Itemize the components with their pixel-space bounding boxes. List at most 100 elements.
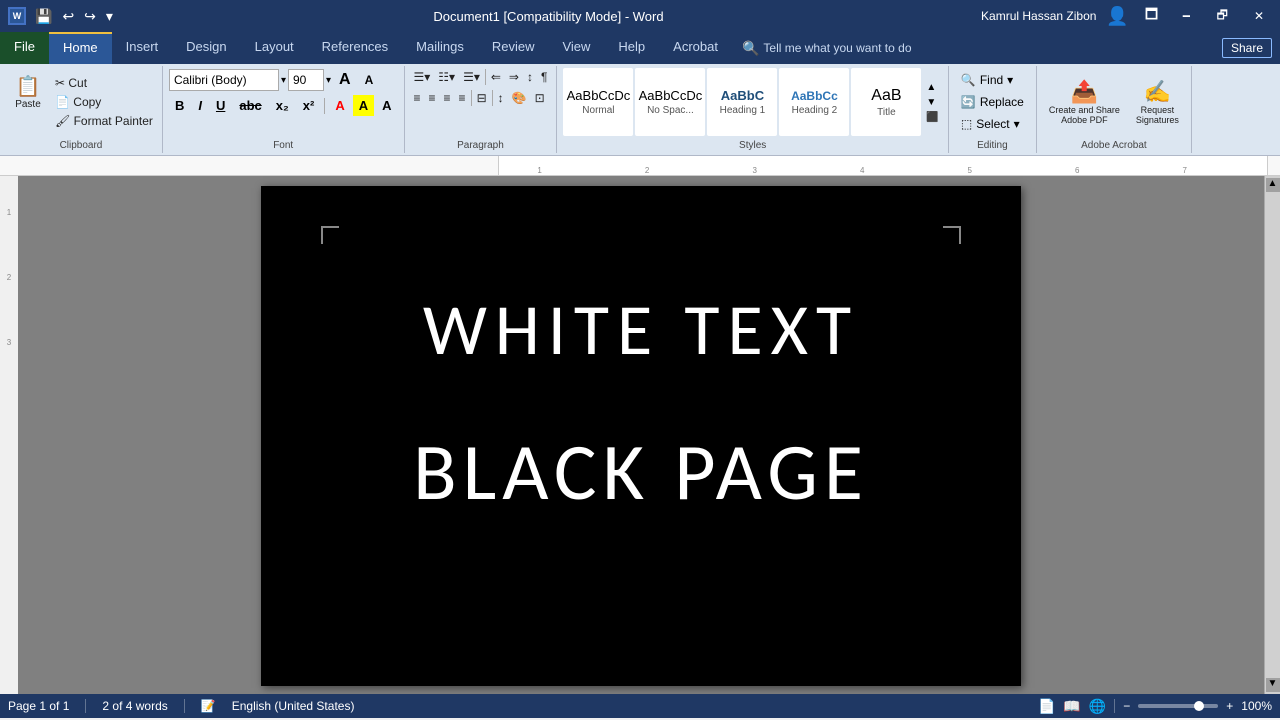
styles-scroll-buttons: ▲ ▼ ⬛ — [923, 81, 941, 124]
zoom-slider[interactable] — [1138, 704, 1218, 708]
borders-button[interactable]: ⊡ — [532, 89, 548, 107]
bold-button[interactable]: B — [169, 95, 190, 116]
tab-layout[interactable]: Layout — [241, 32, 308, 64]
strikethrough-button[interactable]: abc — [233, 95, 267, 116]
vertical-scrollbar[interactable]: ▲ ▼ — [1264, 176, 1280, 694]
scroll-down-button[interactable]: ▼ — [1266, 678, 1280, 692]
font-size-dropdown[interactable]: ▾ — [326, 75, 331, 86]
show-marks-button[interactable]: ¶ — [538, 68, 550, 86]
request-signatures-button[interactable]: ✍ RequestSignatures — [1130, 75, 1185, 129]
style-heading1[interactable]: AaBbC Heading 1 — [707, 68, 777, 136]
tab-mailings[interactable]: Mailings — [402, 32, 478, 64]
align-left-button[interactable]: ≡ — [411, 89, 424, 107]
tab-view[interactable]: View — [548, 32, 604, 64]
tab-acrobat[interactable]: Acrobat — [659, 32, 732, 64]
find-dropdown[interactable]: ▾ — [1007, 73, 1013, 87]
scroll-up-button[interactable]: ▲ — [1266, 178, 1280, 192]
format-painter-button[interactable]: 🖌 Format Painter — [52, 112, 156, 130]
style-no-spacing[interactable]: AaBbCcDc No Spac... — [635, 68, 705, 136]
font-name-dropdown[interactable]: ▾ — [281, 75, 286, 86]
styles-expand[interactable]: ⬛ — [923, 111, 941, 124]
columns-button[interactable]: ⊟ — [474, 89, 490, 107]
font-color-button[interactable]: A — [329, 95, 350, 116]
tab-file[interactable]: File — [0, 32, 49, 64]
styles-scroll-down[interactable]: ▼ — [923, 96, 941, 109]
numbering-button[interactable]: ☷▾ — [435, 68, 458, 86]
share-button[interactable]: Share — [1222, 38, 1272, 58]
zoom-out-button[interactable]: − — [1123, 699, 1130, 713]
proofing-icon[interactable]: 📝 — [201, 699, 216, 713]
language[interactable]: English (United States) — [232, 699, 355, 713]
group-font: ▾ ▾ A A B I U abc x₂ x² A A A — [163, 66, 405, 153]
view-web-button[interactable]: 🌐 — [1089, 698, 1106, 715]
group-paragraph: ☰▾ ☷▾ ☰▾ ⇐ ⇒ ↕ ¶ ≡ ≡ ≡ ≡ ⊟ ↕ — [405, 66, 558, 153]
document-scroll-area[interactable]: WHITE TEXT BLACK PAGE — [18, 176, 1264, 694]
main-area: 1 2 3 WHITE TEXT BLACK PAGE ▲ ▼ — [0, 176, 1280, 694]
underline-button[interactable]: U — [210, 95, 231, 116]
ruler-body: 1 2 3 4 5 6 7 — [498, 156, 1268, 175]
statusbar-right: 📄 📖 🌐 − + 100% — [1038, 698, 1272, 715]
tab-review[interactable]: Review — [478, 32, 549, 64]
copy-button[interactable]: 📄 Copy — [52, 93, 156, 111]
document-text-line1[interactable]: WHITE TEXT — [423, 286, 859, 374]
create-share-pdf-button[interactable]: 📤 Create and ShareAdobe PDF — [1043, 75, 1126, 129]
char-shading-button[interactable]: A — [376, 95, 397, 116]
user-avatar[interactable]: 👤 — [1106, 6, 1128, 27]
superscript-button[interactable]: x² — [297, 95, 321, 116]
layout-button[interactable]: 🗖 — [1139, 2, 1164, 30]
search-box[interactable]: Tell me what you want to do — [763, 41, 911, 55]
increase-indent-button[interactable]: ⇒ — [506, 68, 522, 86]
corner-mark-top-left — [321, 226, 339, 244]
close-button[interactable]: ✕ — [1246, 7, 1272, 25]
qat-dropdown[interactable]: ▾ — [103, 6, 116, 27]
view-reading-button[interactable]: 📖 — [1063, 698, 1080, 715]
zoom-thumb — [1194, 701, 1204, 711]
tab-home[interactable]: Home — [49, 32, 112, 64]
styles-scroll-up[interactable]: ▲ — [923, 81, 941, 94]
ribbon: File Home Insert Design Layout Reference… — [0, 32, 1280, 156]
font-shrink-button[interactable]: A — [359, 70, 380, 90]
highlight-button[interactable]: A — [353, 95, 374, 116]
align-right-button[interactable]: ≡ — [441, 89, 454, 107]
line-spacing-button[interactable]: ↕ — [495, 89, 507, 107]
tab-insert[interactable]: Insert — [112, 32, 173, 64]
style-normal[interactable]: AaBbCcDc Normal — [563, 68, 633, 136]
select-button[interactable]: ⬚ Select ▾ — [955, 115, 1030, 133]
adobe-sign-icon: ✍ — [1144, 79, 1171, 105]
replace-button[interactable]: 🔄 Replace — [955, 93, 1030, 111]
undo-button[interactable]: ↩ — [59, 6, 77, 27]
restore-button[interactable]: 🗗 — [1209, 4, 1236, 29]
style-heading2[interactable]: AaBbCc Heading 2 — [779, 68, 849, 136]
justify-button[interactable]: ≡ — [456, 89, 469, 107]
tab-design[interactable]: Design — [172, 32, 240, 64]
zoom-level: 100% — [1241, 699, 1272, 713]
minimize-button[interactable]: 🗕 — [1174, 4, 1199, 29]
document-page[interactable]: WHITE TEXT BLACK PAGE — [261, 186, 1021, 686]
word-icon: W — [8, 7, 26, 25]
paste-button[interactable]: 📋 Paste — [6, 74, 50, 130]
shading-button[interactable]: 🎨 — [509, 89, 530, 107]
font-name-input[interactable] — [169, 69, 279, 91]
multilevel-button[interactable]: ☰▾ — [460, 68, 483, 86]
view-normal-button[interactable]: 📄 — [1038, 698, 1055, 715]
clipboard-label: Clipboard — [60, 138, 103, 151]
paragraph-label: Paragraph — [457, 138, 504, 151]
cut-button[interactable]: ✂ Cut — [52, 74, 156, 92]
italic-button[interactable]: I — [192, 95, 208, 116]
tab-help[interactable]: Help — [604, 32, 659, 64]
zoom-in-button[interactable]: + — [1226, 699, 1233, 713]
bullets-button[interactable]: ☰▾ — [411, 68, 434, 86]
style-title[interactable]: AaB Title — [851, 68, 921, 136]
redo-button[interactable]: ↪ — [81, 6, 99, 27]
font-grow-button[interactable]: A — [333, 68, 357, 92]
subscript-button[interactable]: x₂ — [270, 95, 295, 116]
select-dropdown[interactable]: ▾ — [1014, 117, 1020, 131]
sort-button[interactable]: ↕ — [524, 68, 536, 86]
decrease-indent-button[interactable]: ⇐ — [488, 68, 504, 86]
font-size-input[interactable] — [288, 69, 324, 91]
align-center-button[interactable]: ≡ — [426, 89, 439, 107]
document-text-line2[interactable]: BLACK PAGE — [413, 424, 869, 521]
find-button[interactable]: 🔍 Find ▾ — [955, 71, 1030, 89]
save-button[interactable]: 💾 — [32, 6, 55, 27]
tab-references[interactable]: References — [308, 32, 402, 64]
